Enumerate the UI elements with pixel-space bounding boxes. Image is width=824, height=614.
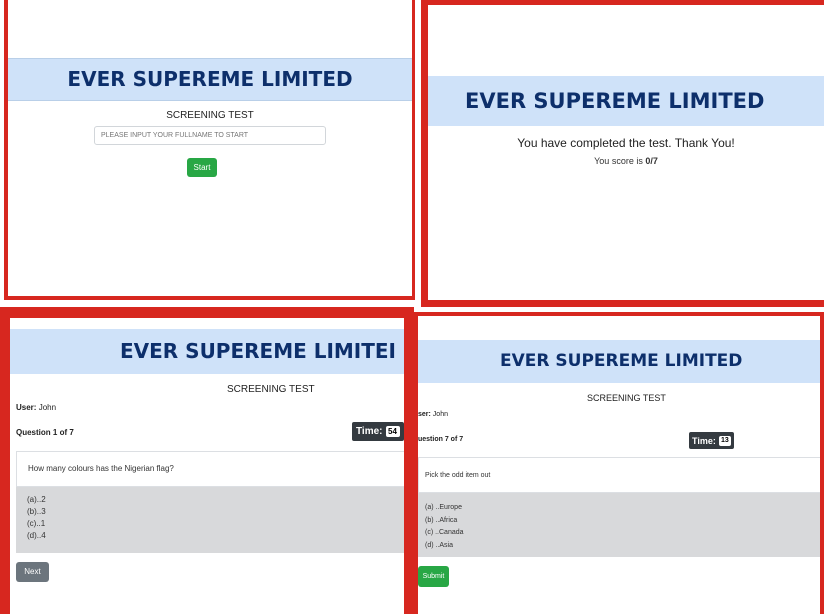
option-d[interactable]: (d) ..Asia bbox=[425, 540, 820, 553]
question-panel-1: EVER SUPEREME LIMITEI SCREENING TEST Use… bbox=[10, 318, 404, 614]
brand-banner: EVER SUPEREME LIMITEI bbox=[10, 329, 404, 374]
start-button[interactable]: Start bbox=[187, 158, 217, 177]
brand-title: EVER SUPEREME LIMITED bbox=[465, 89, 765, 113]
option-b[interactable]: (b)..3 bbox=[27, 506, 404, 518]
timer-badge: Time: 54 bbox=[352, 422, 404, 441]
submit-button[interactable]: Submit bbox=[418, 566, 449, 587]
user-label: ser: bbox=[418, 411, 431, 418]
screening-test-title: SCREENING TEST bbox=[166, 110, 254, 121]
question-card: Pick the odd item out bbox=[418, 457, 820, 493]
option-a[interactable]: (a) ..Europe bbox=[425, 502, 820, 515]
timer-value: 13 bbox=[718, 435, 731, 446]
score-line: You score is 0/7 bbox=[428, 156, 824, 166]
option-c[interactable]: (c)..1 bbox=[27, 518, 404, 530]
brand-banner: EVER SUPEREME LIMITED bbox=[428, 76, 824, 126]
option-b[interactable]: (b) ..Africa bbox=[425, 515, 820, 528]
user-name: John bbox=[432, 411, 448, 418]
user-name: John bbox=[38, 403, 57, 412]
timer-badge: Time: 13 bbox=[689, 432, 734, 449]
score-value: 0/7 bbox=[645, 156, 658, 166]
timer-label: Time: bbox=[692, 435, 716, 446]
screening-test-title: SCREENING TEST bbox=[227, 384, 315, 395]
fullname-input[interactable] bbox=[94, 126, 326, 145]
question-counter: Question 1 of 7 bbox=[16, 428, 74, 437]
score-prefix: You score is bbox=[594, 156, 643, 166]
option-a[interactable]: (a)..2 bbox=[27, 494, 404, 506]
brand-title: EVER SUPEREME LIMITED bbox=[500, 351, 743, 371]
options-list: (a)..2 (b)..3 (c)..1 (d)..4 bbox=[16, 487, 404, 553]
question-counter: uestion 7 of 7 bbox=[418, 436, 464, 443]
user-line: User: John bbox=[16, 403, 56, 412]
start-screen-panel: EVER SUPEREME LIMITED SCREENING TEST Sta… bbox=[8, 0, 412, 296]
next-button[interactable]: Next bbox=[16, 562, 49, 582]
question-card: How many colours has the Nigerian flag? bbox=[16, 451, 404, 487]
brand-title: EVER SUPEREME LIMITEI bbox=[120, 339, 396, 363]
option-c[interactable]: (c) ..Canada bbox=[425, 527, 820, 540]
brand-title: EVER SUPEREME LIMITED bbox=[67, 67, 353, 91]
user-line: ser: John bbox=[418, 411, 448, 418]
completion-message: You have completed the test. Thank You! bbox=[517, 136, 735, 150]
question-text: Pick the odd item out bbox=[425, 472, 491, 479]
brand-banner: EVER SUPEREME LIMITED bbox=[418, 340, 820, 383]
timer-label: Time: bbox=[356, 426, 383, 437]
user-label: User: bbox=[16, 403, 37, 412]
brand-banner: EVER SUPEREME LIMITED bbox=[8, 58, 412, 101]
options-list: (a) ..Europe (b) ..Africa (c) ..Canada (… bbox=[418, 493, 820, 557]
screening-test-title: SCREENING TEST bbox=[587, 393, 666, 403]
question-text: How many colours has the Nigerian flag? bbox=[28, 464, 174, 473]
completion-panel: EVER SUPEREME LIMITED You have completed… bbox=[428, 5, 824, 300]
option-d[interactable]: (d)..4 bbox=[27, 530, 404, 542]
question-panel-7: EVER SUPEREME LIMITED SCREENING TEST ser… bbox=[418, 316, 820, 614]
timer-value: 54 bbox=[385, 426, 400, 437]
